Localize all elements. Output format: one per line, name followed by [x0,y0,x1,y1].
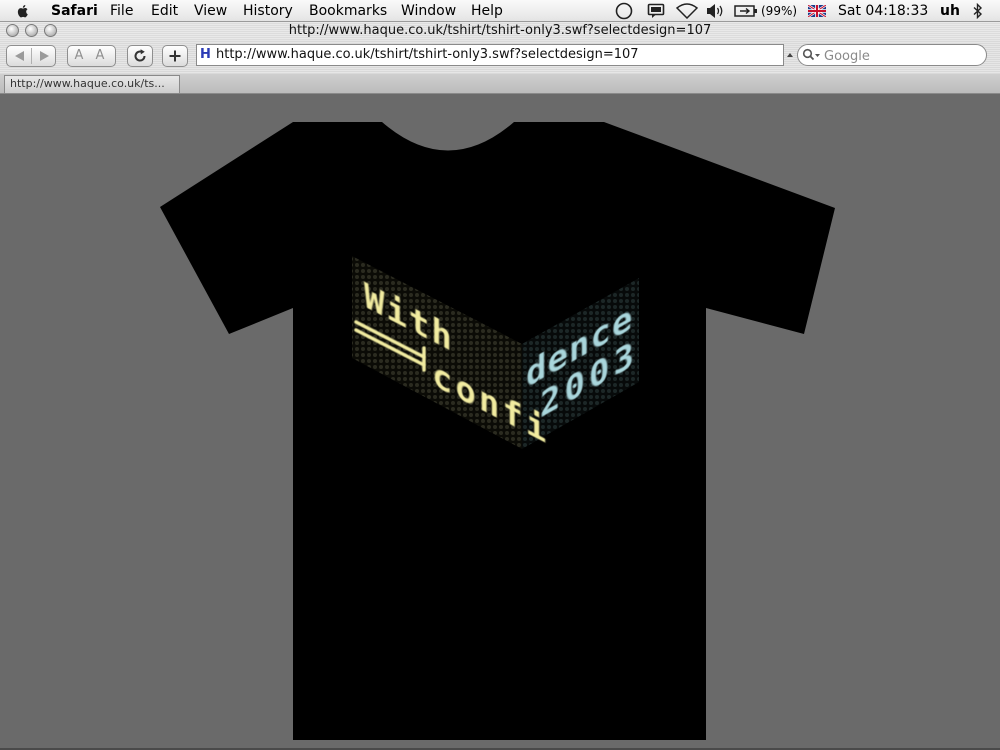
reload-icon [134,49,146,62]
ichat-status-icon[interactable] [647,3,665,19]
back-arrow-icon[interactable] [9,49,31,63]
search-field[interactable] [797,44,987,66]
menu-edit[interactable]: Edit [151,2,178,20]
tab-bar: http://www.haque.co.uk/ts... [0,74,1000,94]
apple-icon[interactable] [15,3,31,19]
volume-icon[interactable] [705,3,725,19]
tab-active[interactable]: http://www.haque.co.uk/ts... [4,75,180,93]
window-title: http://www.haque.co.uk/tshirt/tshirt-onl… [288,23,712,38]
menu-view[interactable]: View [194,2,227,20]
address-url[interactable]: http://www.haque.co.uk/tshirt/tshirt-onl… [216,45,639,65]
flash-content[interactable]: With confi dence 2003 [0,94,1000,750]
text-size-button[interactable]: A A [67,45,116,67]
menu-clock[interactable]: Sat 04:18:33 [838,2,928,20]
add-bookmark-button[interactable] [162,45,188,67]
menu-bar: Safari File Edit View History Bookmarks … [0,0,1000,22]
site-favicon: H [200,47,211,62]
title-bar[interactable]: http://www.haque.co.uk/tshirt/tshirt-onl… [0,22,1000,40]
search-icon[interactable] [802,48,822,62]
page-content: With confi dence 2003 [0,94,1000,750]
toolbar: A A H http://www.haque.co.uk/tshirt/tshi… [0,40,1000,74]
bluetooth-icon[interactable] [972,3,984,19]
uk-flag-icon[interactable] [808,5,826,17]
menu-user[interactable]: uh [940,2,960,20]
wifi-icon[interactable] [676,3,698,19]
plus-icon [169,50,181,62]
battery-icon[interactable] [734,3,758,19]
address-bar[interactable]: H http://www.haque.co.uk/tshirt/tshirt-o… [196,44,784,66]
reload-button[interactable] [127,45,153,67]
browser-window: http://www.haque.co.uk/tshirt/tshirt-onl… [0,22,1000,750]
menu-help[interactable]: Help [471,2,503,20]
menu-file[interactable]: File [110,2,133,20]
sync-circle-icon[interactable] [615,2,633,20]
menu-history[interactable]: History [243,2,293,20]
menu-app-name[interactable]: Safari [51,2,98,20]
menu-bookmarks[interactable]: Bookmarks [309,2,387,20]
battery-percent: (99%) [761,4,798,18]
search-input[interactable] [822,46,981,66]
snapback-arrow-icon[interactable] [786,51,794,59]
back-forward-button[interactable] [6,45,56,67]
forward-arrow-icon[interactable] [33,49,55,63]
menu-window[interactable]: Window [401,2,456,20]
